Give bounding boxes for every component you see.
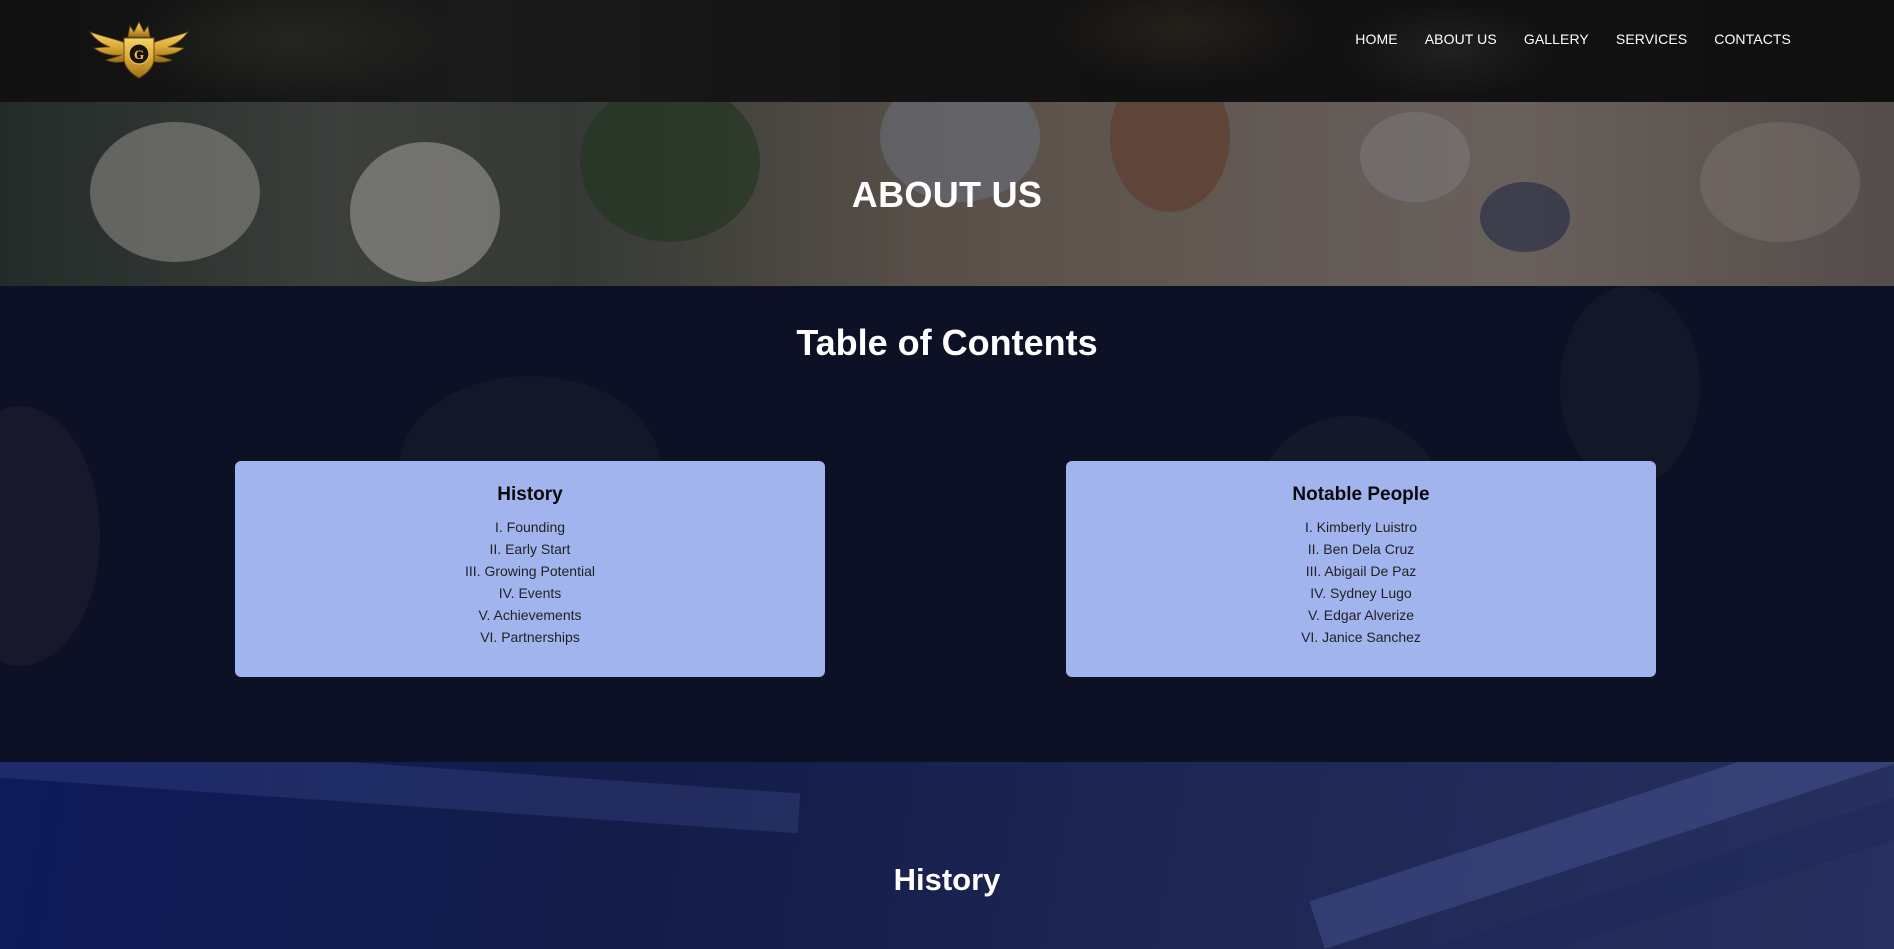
hero-leaf-shape xyxy=(580,102,760,242)
nav-gallery[interactable]: GALLERY xyxy=(1524,31,1589,47)
toc-list: I. Kimberly Luistro II. Ben Dela Cruz II… xyxy=(1066,516,1656,648)
toc-link-edgar-alverize[interactable]: V. Edgar Alverize xyxy=(1066,604,1656,626)
site-header: G HOME ABOUT US GALLERY SERVICES CONTACT… xyxy=(0,0,1894,102)
toc-link-ben-dela-cruz[interactable]: II. Ben Dela Cruz xyxy=(1066,538,1656,560)
toc-link-abigail-de-paz[interactable]: III. Abigail De Paz xyxy=(1066,560,1656,582)
nav-home[interactable]: HOME xyxy=(1355,31,1397,47)
toc-link-founding[interactable]: I. Founding xyxy=(235,516,825,538)
hero-banner: ABOUT US xyxy=(0,102,1894,286)
toc-card-heading: Notable People xyxy=(1292,484,1430,505)
toc-link-janice-sanchez[interactable]: VI. Janice Sanchez xyxy=(1066,626,1656,648)
background-shape xyxy=(0,762,801,834)
toc-list: I. Founding II. Early Start III. Growing… xyxy=(235,516,825,648)
toc-card-heading: History xyxy=(497,484,563,505)
nav-about-us[interactable]: ABOUT US xyxy=(1425,31,1497,47)
toc-link-sydney-lugo[interactable]: IV. Sydney Lugo xyxy=(1066,582,1656,604)
toc-link-kimberly-luistro[interactable]: I. Kimberly Luistro xyxy=(1066,516,1656,538)
nav-contacts[interactable]: CONTACTS xyxy=(1714,31,1791,47)
history-section: History xyxy=(0,762,1894,949)
toc-link-achievements[interactable]: V. Achievements xyxy=(235,604,825,626)
svg-text:G: G xyxy=(134,47,144,62)
toc-link-partnerships[interactable]: VI. Partnerships xyxy=(235,626,825,648)
nav-services[interactable]: SERVICES xyxy=(1616,31,1687,47)
logo[interactable]: G xyxy=(88,18,190,82)
winged-crown-shield-logo-icon: G xyxy=(88,21,190,79)
toc-card-history: History I. Founding II. Early Start III.… xyxy=(235,461,825,677)
main-nav: HOME ABOUT US GALLERY SERVICES CONTACTS xyxy=(1355,28,1791,50)
background-shape xyxy=(0,406,100,666)
toc-link-growing-potential[interactable]: III. Growing Potential xyxy=(235,560,825,582)
toc-title: Table of Contents xyxy=(796,322,1098,363)
toc-link-early-start[interactable]: II. Early Start xyxy=(235,538,825,560)
history-title: History xyxy=(893,862,1001,897)
page-title: ABOUT US xyxy=(851,174,1043,215)
background-shape xyxy=(1560,286,1700,486)
toc-card-notable-people: Notable People I. Kimberly Luistro II. B… xyxy=(1066,461,1656,677)
table-of-contents-section: Table of Contents History I. Founding II… xyxy=(0,286,1894,762)
toc-link-events[interactable]: IV. Events xyxy=(235,582,825,604)
